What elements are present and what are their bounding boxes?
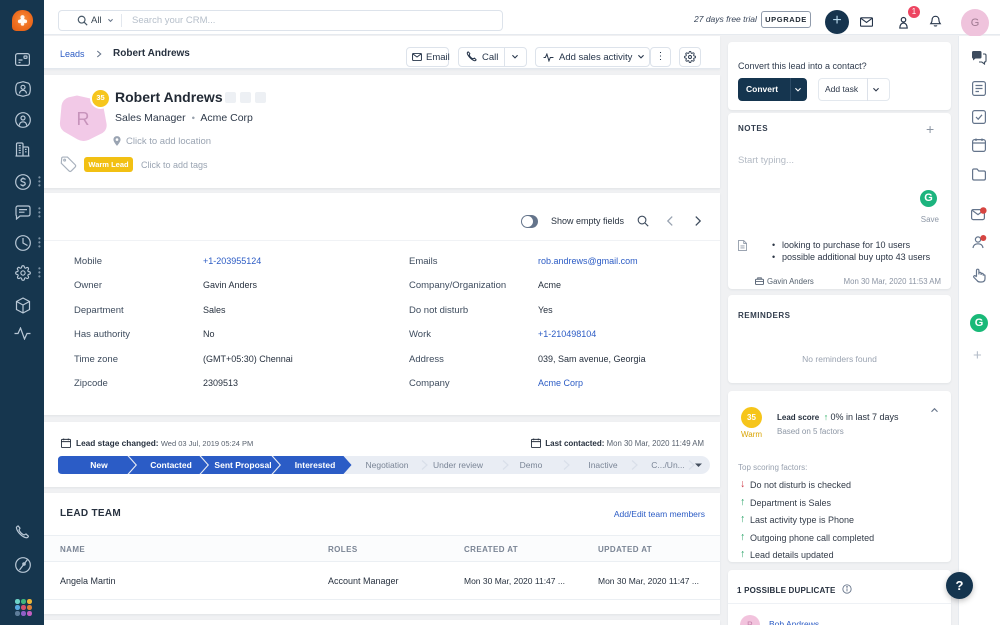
- svg-text:Inactive: Inactive: [588, 460, 618, 470]
- svg-text:C.../Un...: C.../Un...: [651, 460, 685, 470]
- svg-text:Sent Proposal: Sent Proposal: [214, 460, 271, 470]
- svg-text:R: R: [77, 109, 90, 129]
- svg-text:Under review: Under review: [433, 460, 484, 470]
- svg-text:Contacted: Contacted: [150, 460, 192, 470]
- svg-text:Interested: Interested: [295, 460, 336, 470]
- svg-text:New: New: [90, 460, 108, 470]
- svg-text:Demo: Demo: [520, 460, 543, 470]
- svg-text:Negotiation: Negotiation: [365, 460, 408, 470]
